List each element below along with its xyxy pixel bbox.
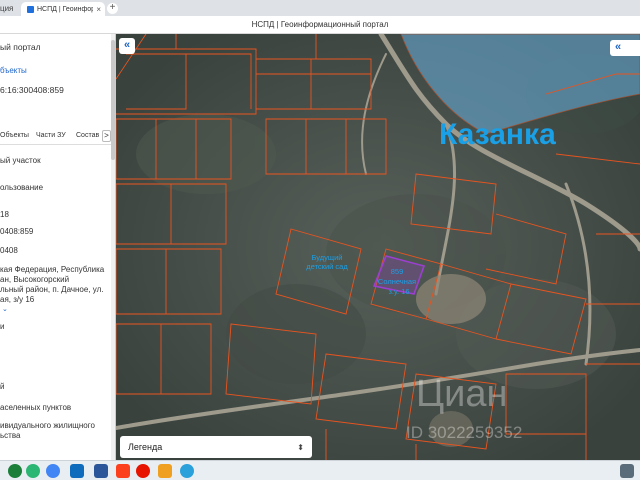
panel-scroll-thumb[interactable] (111, 40, 115, 160)
plot-label-number: 859 (391, 267, 404, 276)
browser-tab-active[interactable]: НСПД | Геоинформац × (21, 2, 105, 16)
new-tab-button[interactable]: + (107, 3, 118, 14)
plot-label-house: з.у. 16 (388, 287, 409, 296)
objects-link[interactable]: бъекты (0, 66, 27, 75)
collapse-panel-button[interactable]: « (119, 38, 135, 54)
settlements-category: аселенных пунктов (0, 403, 72, 412)
plot-label-street: Солнечная (378, 277, 416, 286)
watermark-logo: Циан (416, 373, 507, 415)
chrome-icon[interactable] (46, 464, 60, 478)
river-label: Казанка (439, 118, 556, 151)
mail-icon[interactable] (620, 464, 634, 478)
photos-icon[interactable] (158, 464, 172, 478)
yandex-browser-icon[interactable] (136, 464, 150, 478)
expand-layers-button[interactable]: « (610, 40, 640, 56)
housing-line-1: ивидуального жилищного (0, 421, 95, 430)
panel-scrollbar[interactable] (111, 34, 115, 460)
legend-dropdown[interactable]: Легенда ⬍ (120, 436, 312, 458)
file-explorer-icon[interactable] (70, 464, 84, 478)
info-panel: ый портал бъекты 6:16:300408:859 Объекты… (0, 34, 116, 460)
tab-parts[interactable]: Части ЗУ (36, 132, 66, 139)
legend-label: Легенда (128, 442, 163, 452)
edge-icon[interactable] (26, 464, 40, 478)
map-view[interactable]: Казанка Будущий детский сад 859 Солнечна… (116, 34, 640, 460)
yandex-icon[interactable] (116, 464, 130, 478)
browser-tab-title: НСПД | Геоинформац (37, 5, 94, 13)
address-line-1: кая Федерация, Республика (0, 265, 105, 274)
chevron-down-icon[interactable]: ⌄ (2, 305, 8, 313)
tabs-scroll-right-button[interactable]: > (102, 130, 111, 142)
value-3: 0408 (0, 246, 18, 255)
fragment-a: и (0, 322, 5, 331)
page-title: НСПД | Геоинформационный портал (0, 16, 640, 34)
satellite-map: Казанка Будущий детский сад 859 Солнечна… (116, 34, 640, 460)
portal-label: ый портал (0, 42, 41, 52)
housing-line-2: ьства (0, 431, 21, 440)
value-1: 18 (0, 210, 9, 219)
close-tab-icon[interactable]: × (96, 5, 101, 14)
kindergarten-label-line-2: детский сад (306, 262, 348, 271)
tab-composition[interactable]: Состав (76, 132, 99, 139)
start-icon[interactable] (8, 464, 22, 478)
telegram-icon[interactable] (180, 464, 194, 478)
land-type-value: ый участок (0, 156, 41, 165)
browser-tab-strip: ция НСПД | Геоинформац × + (0, 0, 640, 16)
site-favicon-icon (27, 5, 34, 13)
word-icon[interactable] (94, 464, 108, 478)
browser-tab-previous[interactable]: ция (0, 2, 20, 16)
address-line-3: льный район, п. Дачное, ул. (0, 285, 104, 294)
kindergarten-label-line-1: Будущий (312, 253, 343, 262)
cadastral-number: 6:16:300408:859 (0, 85, 64, 95)
tab-objects[interactable]: Объекты (0, 132, 29, 139)
taskbar (0, 460, 640, 480)
fragment-b: й (0, 382, 5, 391)
address-line-2: ан, Высокогорский (0, 275, 70, 284)
land-use-label: ользование (0, 183, 44, 192)
address-line-4: ая, з/у 16 (0, 295, 35, 304)
panel-tabs: Объекты Части ЗУ Состав > (0, 129, 112, 145)
watermark-id: ID 3022259352 (406, 423, 522, 442)
sort-arrows-icon: ⬍ (297, 442, 304, 452)
value-2: 0408:859 (0, 227, 34, 236)
